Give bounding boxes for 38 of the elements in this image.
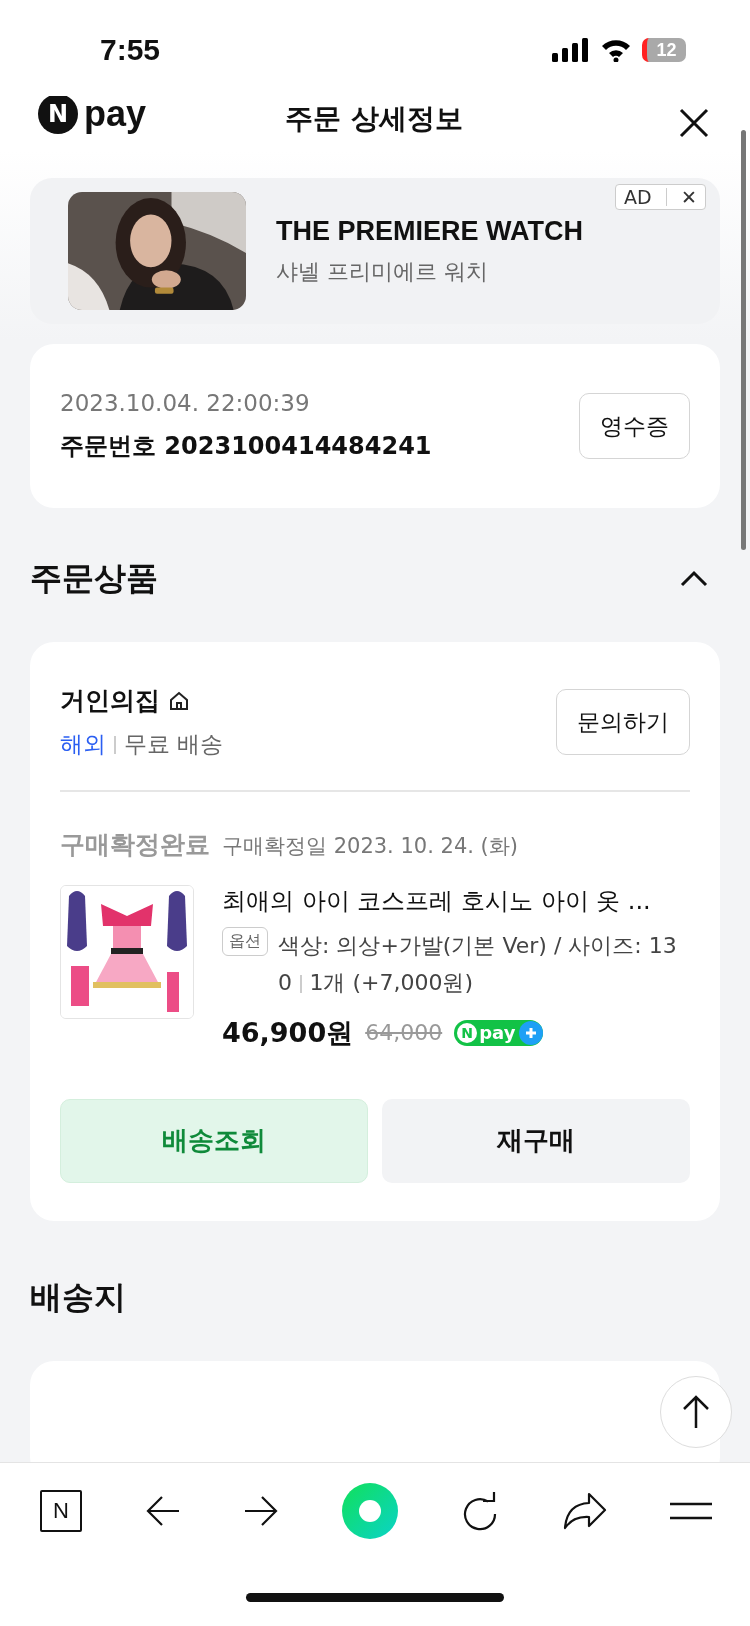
shipping-label: 무료 배송	[123, 730, 223, 759]
origin-label: 해외	[60, 730, 106, 759]
ad-close-button[interactable]: ✕	[681, 186, 697, 208]
menu-icon[interactable]	[669, 1501, 712, 1521]
option-tag: 옵션	[222, 926, 268, 956]
section-title: 주문상품	[30, 558, 158, 599]
receipt-button[interactable]: 영수증	[579, 393, 690, 459]
reorder-button[interactable]: 재구매	[382, 1098, 690, 1183]
npay-plus-badge: N pay	[454, 1019, 544, 1046]
option-text: 색상: 의상+가발(기본 Ver) / 사이즈: 130 1개 (+7,000원)	[278, 931, 678, 997]
ad-title: THE PREMIERE WATCH	[276, 215, 583, 247]
product-name[interactable]: 최애의 아이 코스프레 호시노 아이 옷 ...	[222, 884, 690, 917]
home-icon	[168, 689, 190, 712]
section-title: 배송지	[30, 1276, 126, 1318]
collapse-chevron-icon[interactable]	[680, 570, 708, 588]
ad-subtitle: 샤넬 프리미에르 워치	[276, 257, 489, 286]
wifi-icon	[600, 38, 632, 62]
ad-label: AD	[623, 186, 652, 208]
price: 46,900원	[222, 1015, 354, 1050]
status-time: 7:55	[100, 33, 161, 67]
track-delivery-button[interactable]: 배송조회	[60, 1098, 368, 1183]
purchase-status: 구매확정완료	[60, 828, 210, 861]
close-icon[interactable]	[678, 107, 710, 139]
order-datetime: 2023.10.04. 22:00:39	[60, 390, 311, 416]
seller-name[interactable]: 거인의집	[60, 684, 160, 717]
page-title: 주문 상세정보	[285, 101, 463, 137]
battery-icon: 12	[642, 38, 686, 62]
logo-mark: N	[38, 96, 78, 134]
order-number: 주문번호 2023100414484241	[60, 431, 432, 462]
logo-text: pay	[84, 96, 147, 135]
ad-banner[interactable]: THE PREMIERE WATCH 샤넬 프리미에르 워치 AD ✕	[30, 178, 720, 324]
inquiry-button[interactable]: 문의하기	[556, 689, 690, 755]
original-price: 64,000	[365, 1020, 443, 1045]
arrow-up-icon	[681, 1394, 711, 1430]
confirm-date: 구매확정일 2023. 10. 24. (화)	[222, 832, 518, 860]
home-button[interactable]: N	[40, 1490, 82, 1532]
share-icon[interactable]	[563, 1492, 608, 1530]
signal-icon	[552, 38, 590, 62]
